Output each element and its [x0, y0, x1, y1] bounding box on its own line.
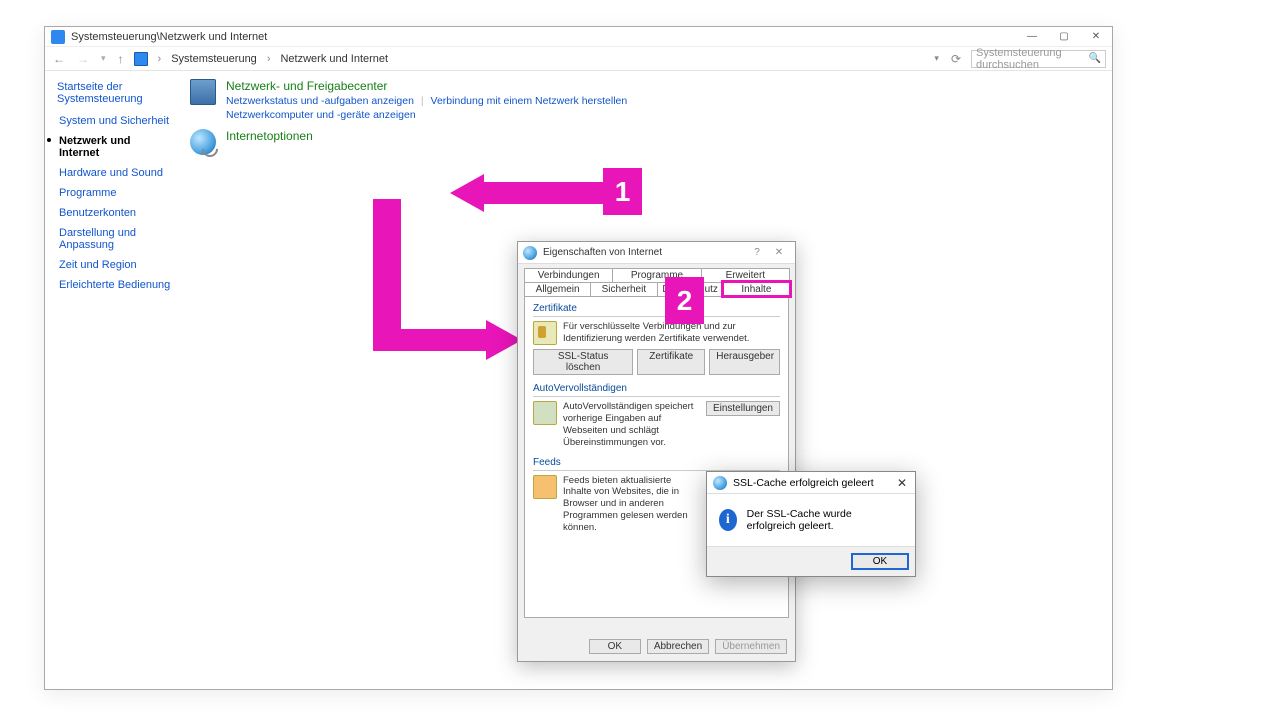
tab-general[interactable]: Allgemein	[524, 282, 591, 296]
breadcrumb-leaf[interactable]: Netzwerk und Internet	[280, 53, 388, 65]
close-button[interactable]: ✕	[1080, 27, 1112, 47]
link-connect-network[interactable]: Verbindung mit einem Netzwerk herstellen	[431, 95, 628, 107]
sidebar-item-hardware-sound[interactable]: Hardware und Sound	[57, 165, 172, 181]
feeds-icon	[533, 475, 557, 499]
feeds-desc: Feeds bieten aktualisierte Inhalte von W…	[563, 475, 700, 534]
dialog-ok-button[interactable]: OK	[589, 639, 641, 654]
clear-ssl-state-button[interactable]: SSL-Status löschen	[533, 349, 633, 375]
certificate-icon	[533, 321, 557, 345]
certificates-button[interactable]: Zertifikate	[637, 349, 705, 375]
autocomplete-desc: AutoVervollständigen speichert vorherige…	[563, 401, 700, 449]
sidebar-item-appearance[interactable]: Darstellung und Anpassung	[57, 225, 172, 253]
titlebar: Systemsteuerung\Netzwerk und Internet — …	[45, 27, 1112, 47]
search-placeholder: Systemsteuerung durchsuchen	[976, 47, 1089, 71]
annotation-arrow-2-vertical	[373, 199, 401, 349]
dialog-cancel-button[interactable]: Abbrechen	[647, 639, 709, 654]
group-feeds-label: Feeds	[533, 457, 780, 468]
tab-advanced[interactable]: Erweitert	[701, 268, 790, 282]
msgbox-ok-button[interactable]: OK	[851, 553, 909, 570]
link-network-devices[interactable]: Netzwerkcomputer und -geräte anzeigen	[226, 109, 416, 121]
network-center-icon	[190, 79, 216, 105]
group-autocomplete-label: AutoVervollständigen	[533, 383, 780, 394]
refresh-button[interactable]: ⟳	[949, 52, 963, 66]
tab-content[interactable]: Inhalte	[723, 282, 790, 296]
annotation-badge-2: 2	[665, 277, 704, 324]
dialog-title: Eigenschaften von Internet	[543, 247, 662, 258]
annotation-arrow-1	[483, 182, 605, 204]
dialog-icon	[523, 246, 537, 260]
link-network-status[interactable]: Netzwerkstatus und -aufgaben anzeigen	[226, 95, 414, 107]
search-input[interactable]: Systemsteuerung durchsuchen 🔍	[971, 50, 1106, 68]
breadcrumb-root[interactable]: Systemsteuerung	[171, 53, 257, 65]
autocomplete-icon	[533, 401, 557, 425]
forward-button[interactable]: →	[75, 52, 91, 66]
autocomplete-settings-button[interactable]: Einstellungen	[706, 401, 780, 416]
sidebar-item-user-accounts[interactable]: Benutzerkonten	[57, 205, 172, 221]
up-button[interactable]: ↑	[116, 52, 126, 66]
sidebar-item-time-region[interactable]: Zeit und Region	[57, 257, 172, 273]
msgbox-close-button[interactable]: ✕	[895, 476, 909, 490]
tab-security[interactable]: Sicherheit	[590, 282, 657, 296]
tab-connections[interactable]: Verbindungen	[524, 268, 613, 282]
minimize-button[interactable]: —	[1016, 27, 1048, 47]
annotation-badge-1: 1	[603, 168, 642, 215]
annotation-arrowhead-1	[450, 174, 484, 212]
msgbox-title: SSL-Cache erfolgreich geleert	[733, 477, 874, 489]
back-button[interactable]: ←	[51, 52, 67, 66]
annotation-arrow-2-horizontal	[373, 329, 488, 351]
dialog-apply-button[interactable]: Übernehmen	[715, 639, 787, 654]
sidebar-item-system-security[interactable]: System und Sicherheit	[57, 113, 172, 129]
info-icon: i	[719, 509, 737, 531]
publishers-button[interactable]: Herausgeber	[709, 349, 780, 375]
sidebar-item-accessibility[interactable]: Erleichterte Bedienung	[57, 277, 172, 293]
maximize-button[interactable]: ▢	[1048, 27, 1080, 47]
sidebar-item-network-internet[interactable]: Netzwerk und Internet	[57, 133, 172, 161]
dialog-close-button[interactable]: ✕	[768, 247, 790, 258]
window-title: Systemsteuerung\Netzwerk und Internet	[71, 31, 1016, 43]
dialog-help-button[interactable]: ?	[746, 247, 768, 258]
path-icon	[134, 52, 148, 66]
sidebar-item-programs[interactable]: Programme	[57, 185, 172, 201]
sidebar: Startseite der Systemsteuerung System un…	[45, 71, 180, 689]
msgbox-body: Der SSL-Cache wurde erfolgreich geleert.	[747, 508, 903, 532]
content-area: Netzwerk- und Freigabecenter Netzwerksta…	[180, 71, 1112, 689]
group-certificates-label: Zertifikate	[533, 303, 780, 314]
search-icon: 🔍	[1089, 53, 1101, 64]
network-center-link[interactable]: Netzwerk- und Freigabecenter	[226, 79, 627, 93]
control-panel-window: Systemsteuerung\Netzwerk und Internet — …	[44, 26, 1113, 690]
internet-properties-dialog: Eigenschaften von Internet ? ✕ Verbindun…	[517, 241, 796, 662]
msgbox-icon	[713, 476, 727, 490]
sidebar-heading[interactable]: Startseite der Systemsteuerung	[57, 81, 172, 105]
ssl-cache-cleared-dialog: SSL-Cache erfolgreich geleert ✕ i Der SS…	[706, 471, 916, 577]
control-panel-icon	[51, 30, 65, 44]
internet-options-link[interactable]: Internetoptionen	[226, 129, 313, 143]
certificates-desc: Für verschlüsselte Verbindungen und zur …	[563, 321, 780, 345]
address-bar: ← → ▾ ↑ › Systemsteuerung › Netzwerk und…	[45, 47, 1112, 71]
internet-options-icon	[190, 129, 216, 155]
